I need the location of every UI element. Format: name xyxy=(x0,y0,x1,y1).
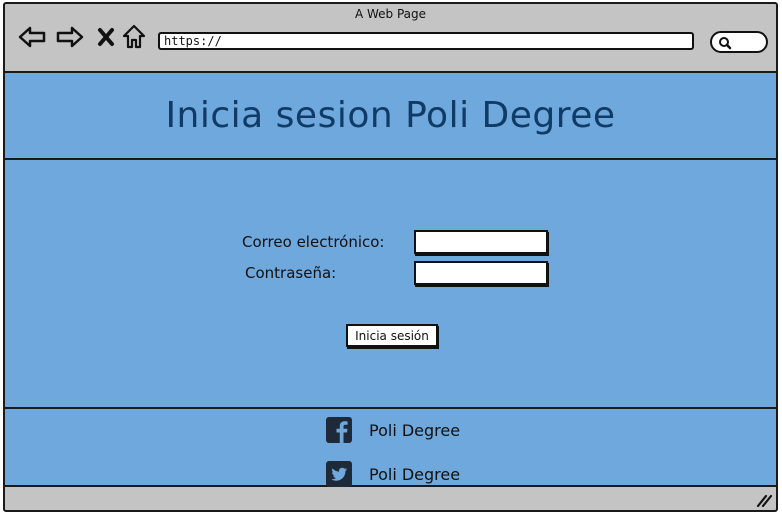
resize-grip-icon[interactable] xyxy=(756,493,772,507)
login-button[interactable]: Inicia sesión xyxy=(346,324,438,347)
password-field[interactable] xyxy=(414,261,548,285)
close-x-icon xyxy=(98,28,114,46)
home-icon xyxy=(122,24,146,49)
email-field[interactable] xyxy=(414,230,548,254)
home-button[interactable] xyxy=(119,22,149,52)
header-banner: Inicia sesion Poli Degree xyxy=(5,73,776,160)
forward-arrow-icon xyxy=(56,26,84,48)
social-footer: Poli Degree Poli Degree xyxy=(5,407,776,487)
browser-window: A Web Page https:// Inicia sesion Poli D… xyxy=(3,2,778,512)
facebook-link[interactable]: Poli Degree xyxy=(326,417,460,443)
twitter-label: Poli Degree xyxy=(369,464,461,484)
stop-button[interactable] xyxy=(91,22,121,52)
window-title: A Web Page xyxy=(354,7,427,21)
page-title: Inicia sesion Poli Degree xyxy=(165,95,616,136)
twitter-link[interactable]: Poli Degree xyxy=(326,461,460,487)
email-row: Correo electrónico: xyxy=(242,233,385,251)
browser-search-field[interactable] xyxy=(710,31,768,53)
facebook-icon xyxy=(326,417,352,443)
back-arrow-icon xyxy=(18,26,46,48)
password-label: Contraseña: xyxy=(245,264,337,282)
forward-button[interactable] xyxy=(55,22,85,52)
twitter-icon xyxy=(326,461,352,487)
email-label: Correo electrónico: xyxy=(242,233,385,251)
search-icon xyxy=(719,37,732,50)
page-viewport: Inicia sesion Poli Degree Correo electró… xyxy=(5,71,776,487)
password-row: Contraseña: xyxy=(245,264,336,282)
url-bar[interactable]: https:// xyxy=(158,32,694,50)
back-button[interactable] xyxy=(17,22,47,52)
facebook-label: Poli Degree xyxy=(369,420,461,440)
